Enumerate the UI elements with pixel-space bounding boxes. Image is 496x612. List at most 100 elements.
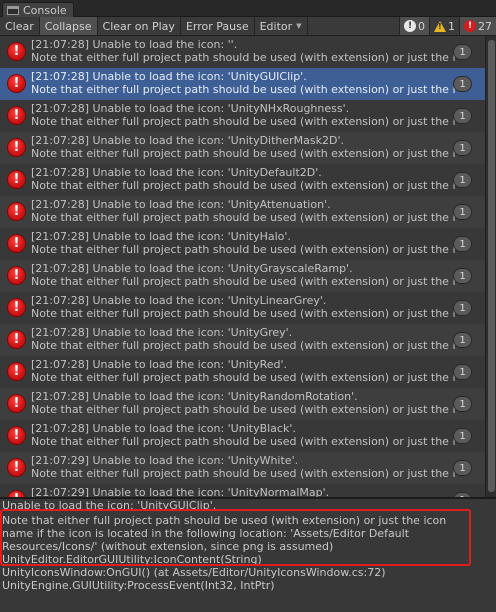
- log-list-scrollbar[interactable]: [485, 36, 496, 497]
- log-entry-detail: Note that either full project path shoul…: [31, 339, 455, 352]
- tab-console-label: Console: [23, 3, 67, 17]
- error-icon: !: [7, 234, 26, 253]
- error-icon: !: [7, 106, 26, 125]
- log-entry[interactable]: ! [21:07:28] Unable to load the icon: 'Un…: [0, 228, 485, 260]
- collapse-count-badge: 1: [453, 204, 472, 220]
- log-entry[interactable]: ! [21:07:28] Unable to load the icon: 'Un…: [0, 260, 485, 292]
- error-icon: !: [7, 42, 26, 61]
- error-icon: !: [7, 202, 26, 221]
- collapse-count-badge: 1: [453, 172, 472, 188]
- log-entry-detail: Note that either full project path shoul…: [31, 403, 455, 416]
- error-icon: !: [7, 458, 26, 477]
- detail-line: UnityIconsWindow:OnGUI() (at Assets/Edit…: [2, 566, 386, 579]
- error-pause-toggle[interactable]: Error Pause: [181, 17, 255, 35]
- collapse-count-badge: 1: [453, 300, 472, 316]
- clear-button[interactable]: Clear: [0, 17, 40, 35]
- log-entry-message: [21:07:28] Unable to load the icon: 'Uni…: [31, 294, 327, 307]
- log-entry-text: [21:07:28] Unable to load the icon: ''. N…: [31, 38, 455, 64]
- collapse-count-badge: 1: [453, 332, 472, 348]
- log-entry[interactable]: ! [21:07:28] Unable to load the icon: 'Un…: [0, 100, 485, 132]
- collapse-count-badge: 1: [453, 396, 472, 412]
- log-entry-text: [21:07:28] Unable to load the icon: 'Uni…: [31, 358, 455, 384]
- collapse-count-badge: 1: [453, 428, 472, 444]
- log-entry-detail: Note that either full project path shoul…: [31, 467, 455, 480]
- log-entry-text: [21:07:28] Unable to load the icon: 'Uni…: [31, 70, 455, 96]
- error-icon: !: [7, 266, 26, 285]
- log-entry-detail: Note that either full project path shoul…: [31, 243, 455, 256]
- collapse-count-badge: 1: [453, 268, 472, 284]
- log-entry[interactable]: ! [21:07:28] Unable to load the icon: 'Un…: [0, 420, 485, 452]
- log-entry[interactable]: ! [21:07:28] Unable to load the icon: 'Un…: [0, 356, 485, 388]
- window-tab-bar: Console: [0, 0, 496, 17]
- log-entry-text: [21:07:28] Unable to load the icon: 'Uni…: [31, 294, 455, 320]
- error-filter-toggle[interactable]: ! 27: [459, 17, 496, 35]
- error-icon: !: [7, 74, 26, 93]
- info-filter-toggle[interactable]: ! 0: [399, 17, 429, 35]
- editor-dropdown-label: Editor: [259, 19, 293, 33]
- log-entry-detail: Note that either full project path shoul…: [31, 371, 455, 384]
- log-list[interactable]: ! [21:07:28] Unable to load the icon: ''.…: [0, 36, 485, 497]
- error-icon: !: [7, 170, 26, 189]
- log-entry-detail: Note that either full project path shoul…: [31, 275, 455, 288]
- log-entry-message: [21:07:28] Unable to load the icon: 'Uni…: [31, 230, 291, 243]
- log-entry-detail: Note that either full project path shoul…: [31, 435, 455, 448]
- log-entry-message: [21:07:28] Unable to load the icon: 'Uni…: [31, 358, 287, 371]
- log-entry-message: [21:07:28] Unable to load the icon: ''.: [31, 38, 238, 51]
- log-entry-detail: Note that either full project path shoul…: [31, 147, 455, 160]
- error-icon: !: [7, 490, 26, 497]
- log-entry[interactable]: ! [21:07:28] Unable to load the icon: 'Un…: [0, 132, 485, 164]
- chevron-down-icon: ▼: [296, 22, 302, 30]
- collapse-count-badge: 1: [453, 140, 472, 156]
- log-entry[interactable]: ! [21:07:29] Unable to load the icon: 'Un…: [0, 484, 485, 497]
- collapse-count-badge: 1: [453, 76, 472, 92]
- log-entry-message: [21:07:29] Unable to load the icon: 'Uni…: [31, 486, 330, 497]
- clear-on-play-toggle[interactable]: Clear on Play: [98, 17, 181, 35]
- collapse-count-badge: 1: [453, 460, 472, 476]
- log-entry-text: [21:07:28] Unable to load the icon: 'Uni…: [31, 166, 455, 192]
- log-entry-text: [21:07:28] Unable to load the icon: 'Uni…: [31, 198, 455, 224]
- console-toolbar: Clear Collapse Clear on Play Error Pause…: [0, 17, 496, 36]
- error-icon: !: [7, 394, 26, 413]
- warning-filter-toggle[interactable]: 1: [429, 17, 459, 35]
- log-entry[interactable]: ! [21:07:28] Unable to load the icon: 'Un…: [0, 388, 485, 420]
- log-entry[interactable]: ! [21:07:28] Unable to load the icon: 'Un…: [0, 68, 485, 100]
- info-icon: !: [404, 20, 416, 32]
- tab-console[interactable]: Console: [2, 2, 74, 17]
- log-entry-message: [21:07:28] Unable to load the icon: 'Uni…: [31, 166, 322, 179]
- log-entry-detail: Note that either full project path shoul…: [31, 51, 455, 64]
- warning-icon: [434, 20, 446, 32]
- log-entry-message: [21:07:28] Unable to load the icon: 'Uni…: [31, 422, 296, 435]
- collapse-toggle[interactable]: Collapse: [39, 17, 98, 35]
- log-entry[interactable]: ! [21:07:28] Unable to load the icon: 'Un…: [0, 196, 485, 228]
- log-entry[interactable]: ! [21:07:29] Unable to load the icon: 'Un…: [0, 452, 485, 484]
- log-entry-text: [21:07:29] Unable to load the icon: 'Uni…: [31, 486, 455, 497]
- collapse-count-badge: 1: [453, 236, 472, 252]
- collapse-count-badge: 1: [453, 364, 472, 380]
- error-count: 27: [478, 19, 492, 33]
- console-icon: [7, 5, 19, 15]
- error-icon: !: [7, 330, 26, 349]
- log-entry-text: [21:07:28] Unable to load the icon: 'Uni…: [31, 102, 455, 128]
- log-entry-text: [21:07:28] Unable to load the icon: 'Uni…: [31, 230, 455, 256]
- error-icon: !: [7, 298, 26, 317]
- collapse-count-badge: 1: [453, 44, 472, 60]
- log-entry-text: [21:07:29] Unable to load the icon: 'Uni…: [31, 454, 455, 480]
- log-entry-text: [21:07:28] Unable to load the icon: 'Uni…: [31, 326, 455, 352]
- editor-dropdown[interactable]: Editor ▼: [255, 17, 308, 35]
- log-entry-message: [21:07:28] Unable to load the icon: 'Uni…: [31, 102, 350, 115]
- log-entry-message: [21:07:28] Unable to load the icon: 'Uni…: [31, 262, 353, 275]
- log-entry-text: [21:07:28] Unable to load the icon: 'Uni…: [31, 262, 455, 288]
- error-icon: !: [464, 20, 476, 32]
- log-entry[interactable]: ! [21:07:28] Unable to load the icon: 'Un…: [0, 324, 485, 356]
- warning-count: 1: [448, 19, 455, 33]
- log-entry-text: [21:07:28] Unable to load the icon: 'Uni…: [31, 134, 455, 160]
- scrollbar-thumb[interactable]: [488, 40, 495, 492]
- log-entry-detail: Note that either full project path shoul…: [31, 115, 455, 128]
- log-entry-text: [21:07:28] Unable to load the icon: 'Uni…: [31, 390, 455, 416]
- log-entry-detail: Note that either full project path shoul…: [31, 211, 455, 224]
- log-entry[interactable]: ! [21:07:28] Unable to load the icon: ''.…: [0, 36, 485, 68]
- log-entry[interactable]: ! [21:07:28] Unable to load the icon: 'Un…: [0, 292, 485, 324]
- log-entry-message: [21:07:28] Unable to load the icon: 'Uni…: [31, 198, 331, 211]
- annotation-highlight-box: [0, 509, 471, 566]
- log-entry[interactable]: ! [21:07:28] Unable to load the icon: 'Un…: [0, 164, 485, 196]
